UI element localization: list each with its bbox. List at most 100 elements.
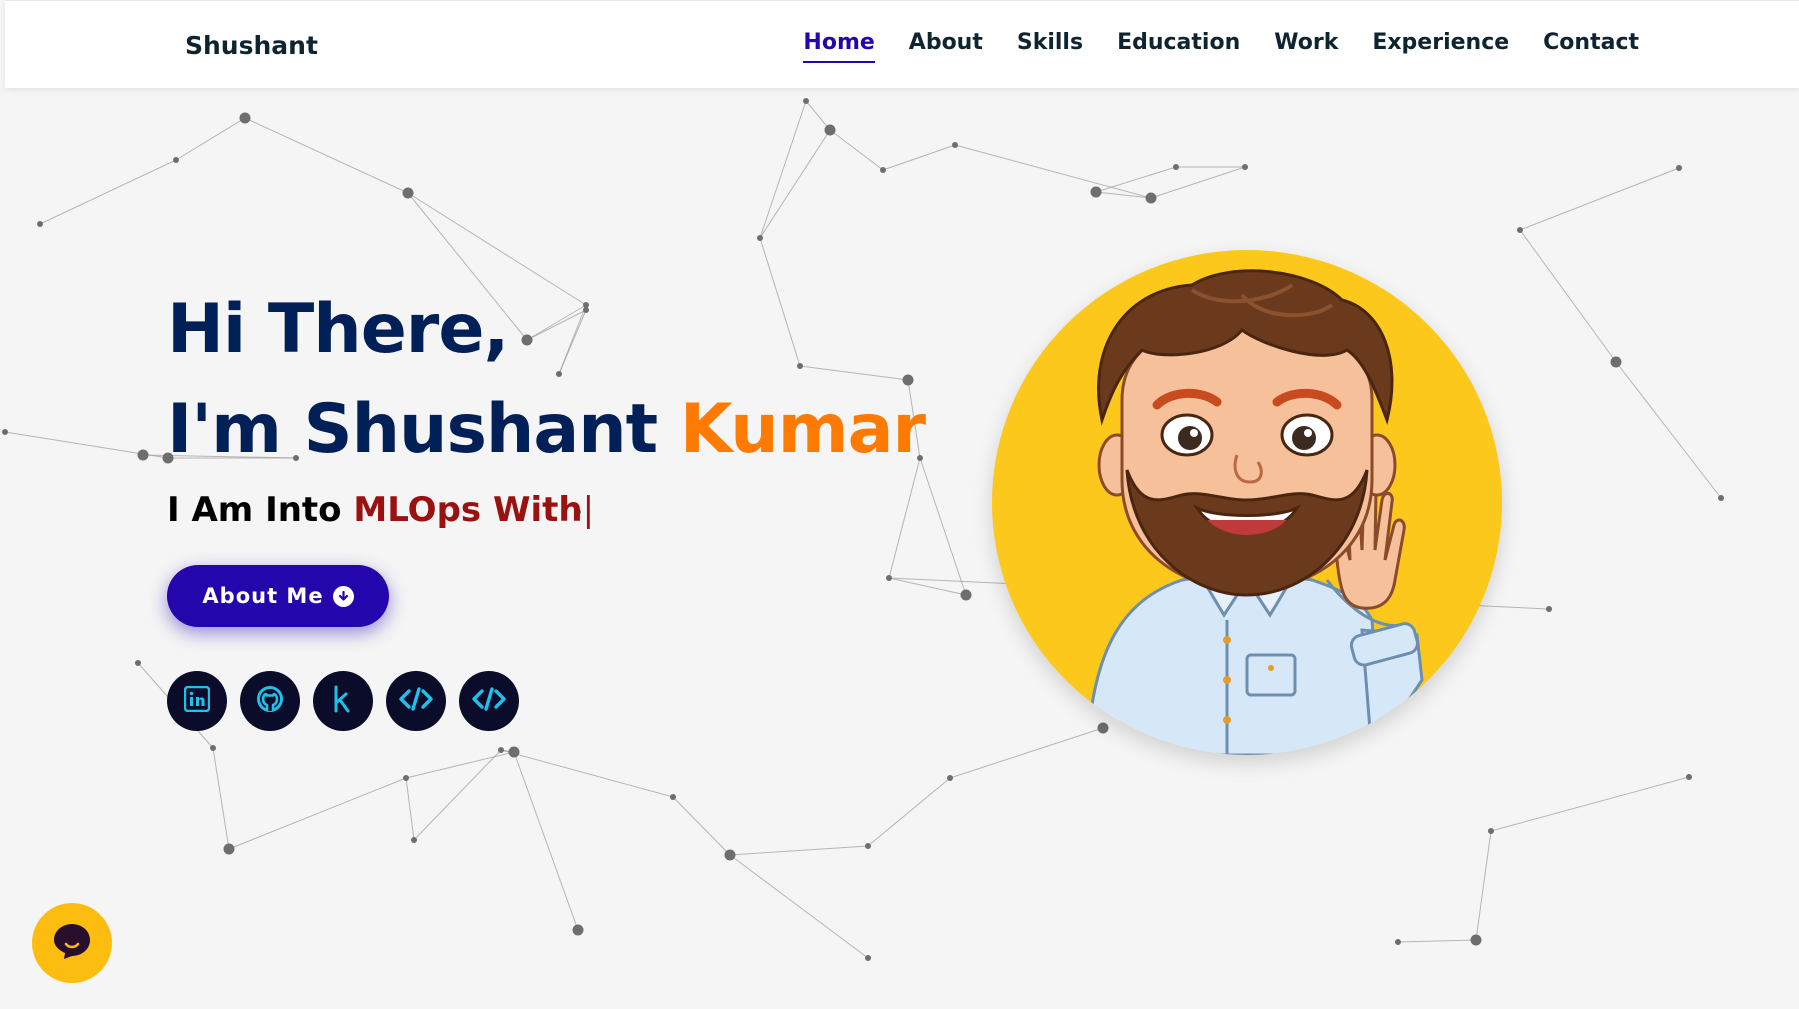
- network-link: [175, 117, 246, 161]
- network-link: [1475, 830, 1492, 941]
- network-node: [498, 747, 504, 753]
- network-link: [500, 749, 674, 798]
- nav-about[interactable]: About: [909, 30, 983, 63]
- network-node: [572, 924, 584, 936]
- network-link: [888, 577, 967, 596]
- network-link: [759, 129, 831, 239]
- code-profile-link-2[interactable]: [459, 671, 519, 731]
- network-node: [824, 124, 836, 136]
- network-link: [882, 144, 956, 171]
- network-link: [805, 100, 831, 131]
- network-node: [135, 660, 141, 666]
- chat-widget-button[interactable]: [32, 903, 112, 983]
- typed-word: MLOps With: [353, 490, 583, 530]
- bitmoji-avatar-image: [1085, 269, 1424, 755]
- navbar: Shushant Home About Skills Education Wor…: [5, 0, 1799, 88]
- nav-education[interactable]: Education: [1117, 30, 1240, 63]
- network-node: [1488, 828, 1494, 834]
- network-node: [239, 112, 251, 124]
- hero-name-accent: Kumar: [679, 390, 926, 469]
- network-node: [880, 167, 886, 173]
- code-profile-link[interactable]: [386, 671, 446, 731]
- network-link: [1095, 191, 1152, 199]
- arrow-down-circle-icon: [332, 585, 354, 607]
- network-node: [403, 775, 409, 781]
- chat-icon: [50, 919, 94, 967]
- nav-experience[interactable]: Experience: [1372, 30, 1509, 63]
- network-link: [1519, 229, 1617, 363]
- network-node: [1686, 774, 1692, 780]
- network-node: [137, 449, 149, 461]
- network-link: [1397, 939, 1477, 943]
- network-node: [2, 429, 8, 435]
- kaggle-icon: [331, 684, 355, 718]
- network-node: [1546, 606, 1552, 612]
- network-node: [947, 775, 953, 781]
- nav-contact[interactable]: Contact: [1543, 30, 1639, 63]
- network-node: [1173, 164, 1179, 170]
- typed-caret: |: [582, 490, 595, 530]
- about-me-label: About Me: [202, 584, 324, 608]
- hero-greeting: Hi There,: [167, 290, 509, 369]
- network-link: [1095, 166, 1177, 193]
- network-link: [759, 100, 807, 239]
- network-link: [729, 845, 869, 856]
- nav-home[interactable]: Home: [803, 30, 875, 63]
- network-node: [402, 187, 414, 199]
- network-node: [1676, 165, 1682, 171]
- network-node: [223, 843, 235, 855]
- network-link: [405, 751, 515, 779]
- brand-logo[interactable]: Shushant: [185, 31, 318, 60]
- network-node: [886, 575, 892, 581]
- network-node: [1470, 934, 1482, 946]
- network-link: [672, 796, 731, 856]
- network-node: [1718, 495, 1724, 501]
- network-link: [729, 854, 869, 959]
- network-link: [212, 747, 230, 850]
- network-node: [952, 142, 958, 148]
- network-node: [1242, 164, 1248, 170]
- nav-links: Home About Skills Education Work Experie…: [803, 30, 1639, 63]
- network-node: [1395, 939, 1401, 945]
- network-node: [1610, 356, 1622, 368]
- network-link: [413, 749, 502, 841]
- social-links: [167, 671, 519, 731]
- network-link: [1490, 776, 1690, 832]
- linkedin-link[interactable]: [167, 671, 227, 731]
- hero-heading: Hi There, I'm Shushant Kumar: [167, 280, 926, 480]
- network-node: [37, 221, 43, 227]
- nav-work[interactable]: Work: [1274, 30, 1338, 63]
- network-link: [228, 777, 407, 850]
- network-link: [949, 727, 1104, 779]
- network-node: [411, 837, 417, 843]
- network-node: [865, 843, 871, 849]
- network-node: [508, 746, 520, 758]
- network-node: [1090, 186, 1102, 198]
- network-node: [670, 794, 676, 800]
- network-link: [954, 144, 1152, 199]
- github-icon: [256, 685, 284, 717]
- network-node: [1517, 227, 1523, 233]
- network-link: [513, 751, 579, 931]
- network-link: [1150, 166, 1246, 199]
- network-link: [244, 117, 409, 194]
- network-node: [803, 98, 809, 104]
- kaggle-link[interactable]: [313, 671, 373, 731]
- network-link: [919, 457, 967, 596]
- about-me-button[interactable]: About Me: [167, 565, 389, 627]
- network-node: [210, 745, 216, 751]
- network-node: [724, 849, 736, 861]
- hero-name: I'm Shushant Kumar: [167, 380, 926, 480]
- network-link: [1615, 361, 1722, 499]
- network-node: [757, 235, 763, 241]
- network-node: [173, 157, 179, 163]
- network-link: [1519, 167, 1680, 231]
- linkedin-icon: [183, 685, 211, 716]
- network-node: [1145, 192, 1157, 204]
- network-link: [867, 777, 951, 847]
- nav-skills[interactable]: Skills: [1017, 30, 1083, 63]
- code-icon: [399, 686, 433, 716]
- network-node: [960, 589, 972, 601]
- code-icon: [472, 686, 506, 716]
- github-link[interactable]: [240, 671, 300, 731]
